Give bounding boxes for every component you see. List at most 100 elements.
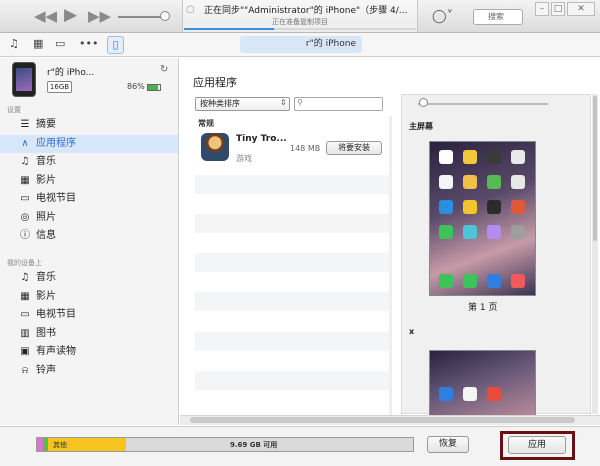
music-icon: ♫ bbox=[20, 156, 30, 167]
home-screen-page[interactable] bbox=[429, 141, 536, 296]
minimize-icon[interactable]: – bbox=[535, 2, 549, 16]
sidebar-item-label: 照片 bbox=[36, 211, 56, 223]
settings-header: 设置 bbox=[7, 106, 21, 114]
sidebar-item-label: 铃声 bbox=[36, 364, 56, 376]
camera-icon: ◎ bbox=[20, 211, 30, 223]
iphone-device-icon[interactable]: ▯ bbox=[107, 36, 124, 54]
app-size: 148 MB bbox=[290, 144, 321, 153]
sidebar-item[interactable]: ▦ 影片 bbox=[0, 288, 178, 306]
sync-icon[interactable]: ↻ bbox=[160, 64, 168, 75]
sidebar-item[interactable]: ▥ 图书 bbox=[0, 325, 178, 343]
volume-knob[interactable] bbox=[160, 11, 170, 21]
sidebar-item-label: 电视节目 bbox=[36, 309, 76, 320]
sidebar-item[interactable]: ∧ 应用程序 bbox=[0, 134, 178, 153]
sidebar-item[interactable]: ♫ 音乐 bbox=[0, 269, 178, 287]
music-icon: ♫ bbox=[20, 272, 30, 283]
app-search-input[interactable] bbox=[294, 97, 383, 111]
horizontal-scroll-thumb[interactable] bbox=[190, 417, 575, 423]
sidebar-item[interactable]: ▦ 影片 bbox=[0, 172, 178, 190]
sidebar-item-label: 摘要 bbox=[36, 119, 56, 130]
home-app-icon bbox=[439, 225, 453, 239]
home-app-icon bbox=[511, 225, 525, 239]
install-button[interactable]: 将要安装 bbox=[326, 141, 382, 155]
sidebar-item-label: 影片 bbox=[36, 174, 56, 186]
dock-app-icon bbox=[463, 274, 477, 288]
sidebar-item[interactable]: ▣ 有声读物 bbox=[0, 343, 178, 361]
home-app-icon bbox=[487, 200, 501, 214]
more-icon[interactable]: ••• bbox=[79, 37, 98, 50]
panel-scroll-thumb[interactable] bbox=[593, 96, 597, 241]
home-app-icon bbox=[463, 387, 477, 401]
device-name-pill[interactable]: r"的 iPhone bbox=[240, 36, 362, 53]
sidebar-item-label: 图书 bbox=[36, 327, 56, 339]
sidebar-item-label: 信息 bbox=[36, 230, 56, 241]
play-icon[interactable]: ▶ bbox=[64, 6, 77, 24]
sidebar-item[interactable]: ♫ 音乐 bbox=[0, 153, 178, 171]
audiobook-icon: ▣ bbox=[20, 346, 30, 357]
tv-icon[interactable]: ▭ bbox=[55, 37, 65, 50]
sidebar-item[interactable]: ▭ 电视节目 bbox=[0, 306, 178, 324]
chevron-down-icon: ⇕ bbox=[280, 98, 287, 107]
dock-app-icon bbox=[439, 274, 453, 288]
apply-button[interactable]: 应用 bbox=[508, 436, 566, 454]
fast-forward-icon[interactable]: ▶▶ bbox=[88, 7, 111, 25]
list-row bbox=[195, 214, 390, 233]
list-row bbox=[195, 331, 390, 351]
home-app-icon bbox=[439, 200, 453, 214]
info-icon: ⓘ bbox=[20, 230, 30, 241]
rewind-icon[interactable]: ◀◀ bbox=[34, 7, 57, 25]
list-row bbox=[195, 370, 390, 390]
film-icon: ▦ bbox=[20, 290, 30, 302]
storage-other-label: 其他 bbox=[53, 441, 67, 449]
app-icon bbox=[201, 133, 229, 161]
home-screen-page-2[interactable] bbox=[429, 350, 536, 415]
home-app-icon bbox=[487, 150, 501, 164]
book-icon: ▥ bbox=[20, 327, 30, 339]
zoom-knob[interactable] bbox=[419, 98, 428, 107]
volume-slider[interactable] bbox=[118, 16, 164, 18]
home-app-icon bbox=[439, 150, 453, 164]
restore-button[interactable]: 恢复 bbox=[427, 436, 469, 453]
dock-app-icon bbox=[487, 274, 501, 288]
home-app-icon bbox=[463, 150, 477, 164]
home-app-icon bbox=[439, 387, 453, 401]
zoom-slider[interactable] bbox=[418, 103, 548, 105]
sidebar-item-label: 应用程序 bbox=[36, 137, 76, 149]
sidebar-item[interactable]: ⓘ 信息 bbox=[0, 227, 178, 245]
home-app-icon bbox=[487, 387, 501, 401]
home-app-icon bbox=[463, 200, 477, 214]
app-category: 游戏 bbox=[236, 154, 252, 163]
list-row bbox=[195, 253, 390, 273]
sidebar-item-label: 音乐 bbox=[36, 272, 56, 283]
app-name: Tiny Tro... bbox=[236, 134, 287, 144]
home-app-icon bbox=[463, 225, 477, 239]
list-row bbox=[195, 292, 390, 312]
sidebar-item[interactable]: ◎ 照片 bbox=[0, 209, 178, 227]
music-icon[interactable]: ♫ bbox=[9, 37, 19, 50]
search-input[interactable]: 搜索 bbox=[473, 9, 523, 25]
list-row bbox=[195, 351, 390, 371]
sidebar-item[interactable]: ▭ 电视节目 bbox=[0, 190, 178, 208]
home-app-icon bbox=[439, 175, 453, 189]
list-row bbox=[195, 174, 390, 194]
sidebar-item[interactable]: ⍾ 铃声 bbox=[0, 362, 178, 380]
sidebar-item[interactable]: ☰ 摘要 bbox=[0, 116, 178, 134]
list-row bbox=[195, 272, 390, 292]
list-scrollbar[interactable] bbox=[389, 116, 392, 416]
sort-select[interactable]: 按种类排序 bbox=[195, 97, 290, 111]
home-app-icon bbox=[511, 200, 525, 214]
list-row bbox=[195, 233, 390, 253]
capacity-badge: 16GB bbox=[47, 81, 72, 93]
close-icon[interactable]: ✕ bbox=[567, 2, 595, 16]
on-device-header: 我的设备上 bbox=[7, 259, 42, 267]
list-header: 常规 bbox=[198, 119, 214, 128]
battery-fill bbox=[148, 85, 158, 90]
summary-icon: ☰ bbox=[20, 119, 30, 130]
search-icon: ⚲ bbox=[297, 98, 303, 107]
sidebar-item-label: 影片 bbox=[36, 290, 56, 302]
maximize-icon[interactable]: □ bbox=[551, 2, 565, 16]
account-icon[interactable]: ◯˅ bbox=[432, 9, 453, 24]
film-icon[interactable]: ▦ bbox=[33, 37, 43, 50]
list-row bbox=[195, 312, 390, 331]
battery-level: 86% bbox=[127, 82, 145, 91]
